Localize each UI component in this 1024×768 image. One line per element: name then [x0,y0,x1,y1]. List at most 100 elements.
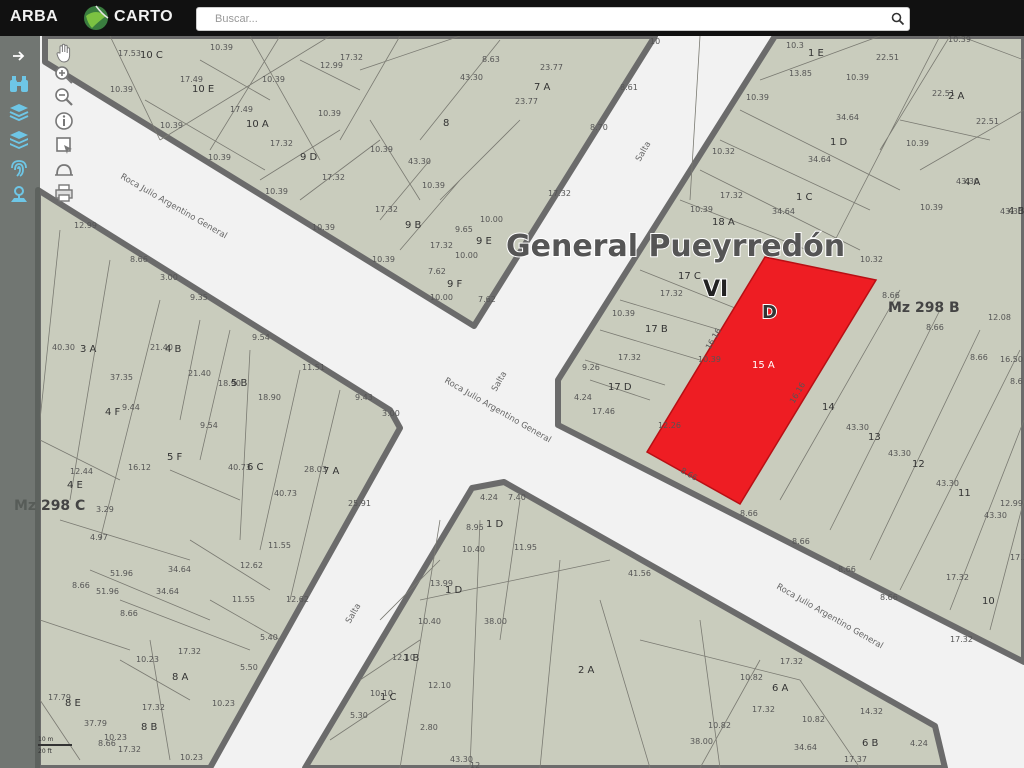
layers-stack-icon[interactable] [6,128,32,152]
svg-text:37.79: 37.79 [84,719,107,728]
layers-icon[interactable] [6,100,32,124]
svg-text:12.62: 12.62 [286,595,309,604]
svg-text:8.66: 8.66 [98,739,116,748]
svg-text:17.32: 17.32 [340,53,363,62]
svg-text:40.73: 40.73 [274,489,297,498]
svg-text:51.96: 51.96 [96,587,119,596]
svg-text:4.24: 4.24 [574,393,592,402]
svg-text:12.99: 12.99 [74,221,97,230]
svg-text:10.39: 10.39 [265,187,288,196]
svg-text:4 B: 4 B [165,344,182,355]
svg-text:1 B: 1 B [403,653,420,664]
svg-text:43.30: 43.30 [936,479,959,488]
svg-text:11.95: 11.95 [514,543,537,552]
top-bar: ARBA CARTO [0,0,1024,36]
svg-text:17.32: 17.32 [1010,553,1024,562]
svg-text:11.55: 11.55 [232,595,255,604]
scale-imperial: 20 ft [38,748,52,755]
measure-icon[interactable] [52,158,76,180]
svg-text:17.32: 17.32 [270,139,293,148]
carto-globe-icon [84,5,109,30]
svg-text:10.23: 10.23 [180,753,203,762]
svg-text:1 C: 1 C [796,192,813,203]
svg-text:8.66: 8.66 [740,509,758,518]
svg-text:12: 12 [912,459,925,470]
svg-text:8: 8 [443,118,449,129]
svg-text:10.40: 10.40 [462,545,485,554]
select-icon[interactable] [52,134,76,156]
collapse-arrow-icon[interactable] [6,44,32,68]
zoom-out-icon[interactable] [52,86,76,108]
svg-text:7.62: 7.62 [478,295,496,304]
binoculars-icon[interactable] [6,72,32,96]
svg-text:7.40: 7.40 [508,493,526,502]
svg-text:10.39: 10.39 [312,223,335,232]
svg-text:22.51: 22.51 [976,117,999,126]
svg-text:5 B: 5 B [231,378,248,389]
svg-text:6 A: 6 A [772,683,789,694]
pan-hand-icon[interactable] [52,42,76,64]
svg-text:8.6: 8.6 [1010,377,1023,386]
svg-text:6 C: 6 C [247,462,264,473]
svg-text:17.32: 17.32 [946,573,969,582]
svg-text:2 A: 2 A [578,665,595,676]
svg-text:10.82: 10.82 [708,721,731,730]
svg-text:13.85: 13.85 [789,69,812,78]
svg-text:10.40: 10.40 [418,617,441,626]
fingerprint-icon[interactable] [6,156,32,180]
scale-metric: 10 m [38,736,54,743]
svg-text:10 A: 10 A [246,119,269,130]
svg-text:13: 13 [868,432,881,443]
map-scale: 10 m 20 ft [38,736,74,758]
svg-text:51.96: 51.96 [110,569,133,578]
svg-text:41.56: 41.56 [628,569,651,578]
carto-logo[interactable]: CARTO [114,8,173,26]
svg-text:9.43: 9.43 [355,393,373,402]
svg-text:8.63: 8.63 [482,55,500,64]
svg-text:4.24: 4.24 [910,739,928,748]
map-canvas[interactable]: 15 A 16.16 16.16 8.66 17.53 10.39 10.39 … [0,36,1024,768]
svg-text:5.30: 5.30 [350,711,368,720]
svg-text:17 D: 17 D [608,382,632,393]
svg-text:1 E: 1 E [808,48,824,59]
arba-logo[interactable]: ARBA [10,8,58,26]
svg-text:9 F: 9 F [447,279,463,290]
print-icon[interactable] [52,182,76,204]
search-icon[interactable] [891,12,905,26]
svg-text:10 C: 10 C [140,50,163,61]
svg-text:11: 11 [958,488,971,499]
city-label: General Pueyrredón [506,229,845,264]
svg-text:34.64: 34.64 [794,743,817,752]
svg-text:17.32: 17.32 [178,647,201,656]
svg-text:8.66: 8.66 [72,581,90,590]
location-icon[interactable] [6,182,32,206]
svg-text:3 A: 3 A [80,344,97,355]
svg-text:3.00: 3.00 [382,409,400,418]
svg-text:12.26: 12.26 [658,421,681,430]
svg-text:17.32: 17.32 [322,173,345,182]
search-input[interactable] [197,8,887,30]
svg-text:2 A: 2 A [948,91,965,102]
svg-text:1 C: 1 C [380,692,397,703]
svg-text:10.39: 10.39 [318,109,341,118]
svg-text:10.39: 10.39 [372,255,395,264]
svg-text:43.30: 43.30 [888,449,911,458]
svg-text:12.99: 12.99 [320,61,343,70]
svg-text:10: 10 [650,37,660,46]
svg-text:17.49: 17.49 [180,75,203,84]
svg-text:10.39: 10.39 [690,205,713,214]
search-box [196,7,910,31]
svg-text:40.30: 40.30 [52,343,75,352]
svg-text:8 E: 8 E [65,698,81,709]
svg-text:17.32: 17.32 [780,657,803,666]
svg-text:17.53: 17.53 [118,49,141,58]
svg-text:8.70: 8.70 [590,123,608,132]
svg-text:4 A: 4 A [964,177,981,188]
svg-text:9.26: 9.26 [582,363,600,372]
svg-text:10: 10 [982,596,995,607]
zoom-in-icon[interactable] [52,64,76,86]
svg-text:10 E: 10 E [192,84,214,95]
info-icon[interactable] [52,110,76,132]
svg-text:23.77: 23.77 [515,97,538,106]
svg-text:34.64: 34.64 [836,113,859,122]
